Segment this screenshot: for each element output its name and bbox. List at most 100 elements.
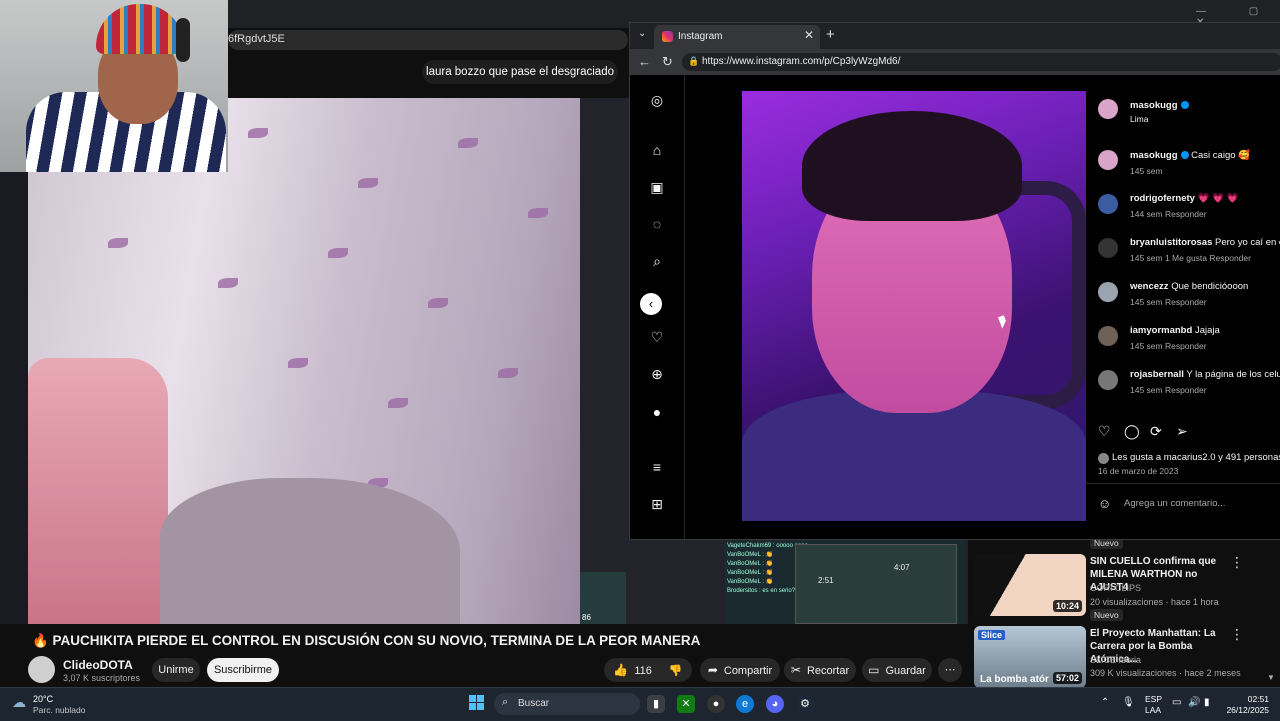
tab-list-icon[interactable]: ⌄ xyxy=(638,28,646,39)
address-bar[interactable]: 🔒 https://www.instagram.com/p/Cp3lyWzgMd… xyxy=(682,53,1280,71)
language-indicator[interactable]: ESP xyxy=(1145,694,1162,704)
emoji-icon[interactable]: ☺ xyxy=(1098,496,1111,511)
channel-avatar[interactable] xyxy=(28,656,55,683)
network-icon[interactable]: ▭ xyxy=(1172,697,1181,708)
game-hud-number: 86 xyxy=(582,613,591,622)
xbox-icon[interactable]: ✕ xyxy=(677,695,695,713)
address-bar[interactable]: 6fRgdvtJ5E xyxy=(228,30,628,50)
windows-start-icon[interactable] xyxy=(469,695,485,711)
more-actions-button[interactable]: ⋯ xyxy=(938,658,962,682)
comment-meta: 145 sem Responder xyxy=(1130,341,1207,351)
webcam-overlay xyxy=(0,0,228,172)
thumbs-up-icon[interactable]: 👍 xyxy=(613,658,628,682)
obs-icon[interactable]: ● xyxy=(707,695,725,713)
suggestion-channel[interactable]: CORI CLIPS xyxy=(1090,583,1141,593)
clock-time[interactable]: 02:51 xyxy=(1219,694,1269,704)
instagram-logo-icon[interactable]: ◎ xyxy=(648,91,666,109)
comment-composer: ☺ Agrega un comentario... xyxy=(1086,483,1280,524)
suggestion-channel[interactable]: SLICE Iberia xyxy=(1090,655,1141,665)
edge-browser-icon[interactable]: e xyxy=(736,695,754,713)
tray-overflow-icon[interactable]: ⌃ xyxy=(1101,697,1109,708)
comment-username[interactable]: rojasbernall xyxy=(1130,369,1184,380)
clip-label: Recortar xyxy=(806,665,850,677)
comment-text: Que bendicióooon xyxy=(1171,281,1249,292)
share-send-icon[interactable]: ➢ xyxy=(1176,423,1188,440)
comment-text: Jajaja xyxy=(1194,325,1220,336)
clip-button[interactable]: ✂ Recortar xyxy=(784,658,856,682)
weather-description[interactable]: Parc. nublado xyxy=(33,705,85,715)
new-badge: Nuevo xyxy=(1090,609,1123,621)
comment-input[interactable]: Agrega un comentario... xyxy=(1124,498,1225,509)
channel-name[interactable]: ClideoDOTA xyxy=(63,658,133,672)
save-button[interactable]: ▭ Guardar xyxy=(862,658,932,682)
video-title: 🔥 PAUCHIKITA PIERDE EL CONTROL EN DISCUS… xyxy=(32,633,701,648)
create-icon[interactable]: ⊕ xyxy=(648,365,666,383)
comment-username[interactable]: masokugg xyxy=(1130,150,1178,161)
like-dislike-group[interactable]: 👍 116 👎 xyxy=(604,658,692,682)
more-apps-icon[interactable]: ⊞ xyxy=(648,495,666,513)
profile-avatar-icon[interactable]: ● xyxy=(648,403,666,421)
comment-username[interactable]: bryanluistitorosas xyxy=(1130,237,1212,248)
task-view-icon[interactable]: ▮ xyxy=(647,695,665,713)
discord-icon[interactable]: ◕ xyxy=(766,695,784,713)
liker-avatar xyxy=(1098,453,1109,464)
avatar[interactable] xyxy=(1098,326,1118,346)
like-heart-icon[interactable]: ♡ xyxy=(1098,423,1111,440)
search-icon: ⌕ xyxy=(502,696,509,708)
menu-icon[interactable]: ≡ xyxy=(648,458,666,476)
home-icon[interactable]: ⌂ xyxy=(648,141,666,159)
thumbnail-text: La bomba atór xyxy=(980,674,1049,685)
weather-temperature[interactable]: 20°C xyxy=(33,694,53,704)
join-button[interactable]: Unirme xyxy=(152,658,200,682)
verified-icon xyxy=(1180,151,1189,160)
steam-icon[interactable]: ⚙ xyxy=(796,695,814,713)
comment-meta: 145 sem xyxy=(1130,166,1163,176)
keyboard-layout[interactable]: LAA xyxy=(1145,705,1161,715)
share-button[interactable]: ➦ Compartir xyxy=(700,658,780,682)
comment-icon[interactable]: ◯ xyxy=(1124,423,1140,440)
close-icon[interactable]: ✕ xyxy=(804,28,814,42)
comment-text: Y la página de los celula xyxy=(1186,369,1280,380)
heart-icon[interactable]: ♡ xyxy=(648,328,666,346)
post-location[interactable]: Lima xyxy=(1130,114,1148,124)
search-label: Buscar xyxy=(518,698,550,709)
comment-username[interactable]: rodrigofernety xyxy=(1130,193,1195,204)
messenger-icon[interactable]: ◌ xyxy=(648,215,666,233)
search-icon[interactable]: ⌕ xyxy=(648,252,666,270)
back-arrow-icon[interactable]: ← xyxy=(638,54,651,69)
comment-text: Pero yo caí en ésa xyxy=(1215,237,1280,248)
suggestion-thumbnail[interactable]: Slice La bomba atór 57:02 xyxy=(974,626,1086,688)
url-text: 6fRgdvtJ5E xyxy=(228,33,285,45)
clock-date[interactable]: 26/12/2025 xyxy=(1219,705,1269,715)
suggestion-thumbnail[interactable]: 10:24 xyxy=(974,554,1086,616)
reload-icon[interactable]: ↻ xyxy=(662,54,673,70)
volume-icon[interactable]: 🔊 xyxy=(1188,697,1200,708)
comment-username[interactable]: wencezz xyxy=(1130,281,1169,292)
avatar[interactable] xyxy=(1098,99,1118,119)
comment-username[interactable]: iamyormanbd xyxy=(1130,325,1192,336)
post-owner[interactable]: masokugg xyxy=(1130,100,1189,111)
avatar[interactable] xyxy=(1098,282,1118,302)
more-options-icon[interactable]: ⋮ xyxy=(1230,554,1244,571)
avatar[interactable] xyxy=(1098,238,1118,258)
tab-bar: ⌄ Instagram ✕ + xyxy=(630,23,1280,49)
avatar[interactable] xyxy=(1098,194,1118,214)
previous-post-chevron-icon[interactable]: ‹ xyxy=(640,293,662,315)
weather-cloud-icon[interactable]: ☁ xyxy=(12,694,26,711)
thumbs-down-icon[interactable]: 👎 xyxy=(669,659,683,683)
reels-icon[interactable]: ▣ xyxy=(648,178,666,196)
more-options-icon[interactable]: ⋮ xyxy=(1230,626,1244,643)
instagram-post-view: ◎ ⌂ ▣ ◌ ⌕ ♡ ⊕ ● ≡ ⊞ ‹ masokugg Lima maso… xyxy=(630,75,1280,539)
likes-summary[interactable]: Les gusta a macarius2.0 y 491 personas m xyxy=(1112,452,1280,463)
taskbar-search[interactable]: ⌕ Buscar xyxy=(494,693,640,715)
new-tab-icon[interactable]: + xyxy=(826,26,835,43)
avatar[interactable] xyxy=(1098,150,1118,170)
subscribe-button[interactable]: Suscribirme xyxy=(207,658,279,682)
tab-instagram[interactable]: Instagram ✕ xyxy=(654,25,820,49)
scroll-down-arrow[interactable]: ▼ xyxy=(1267,673,1275,682)
microphone-icon[interactable]: 🎙 xyxy=(1122,697,1135,708)
avatar[interactable] xyxy=(1098,370,1118,390)
battery-icon[interactable]: ▮ xyxy=(1204,697,1210,708)
post-image[interactable] xyxy=(742,91,1086,521)
repost-icon[interactable]: ⟳ xyxy=(1150,423,1162,440)
